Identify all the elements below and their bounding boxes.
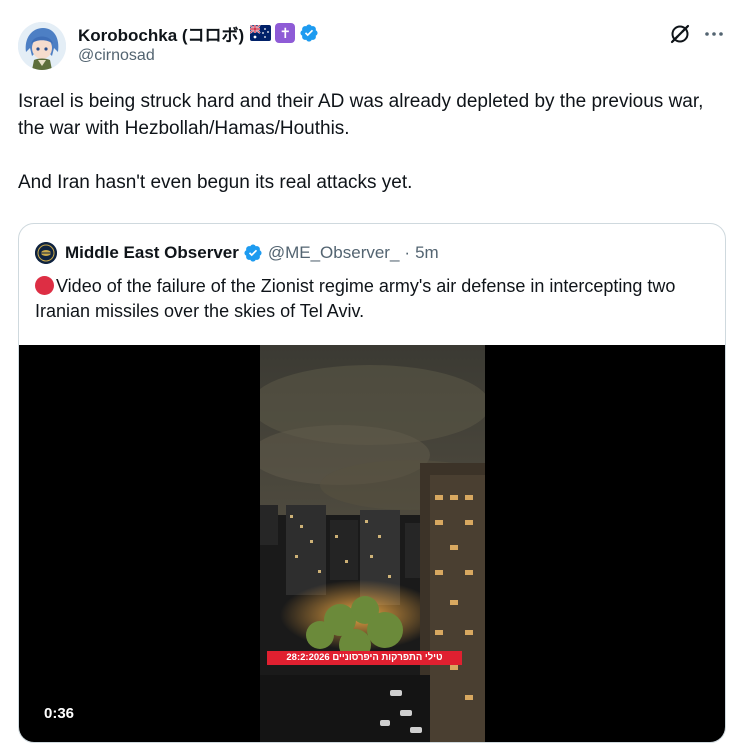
quoted-tweet-header: Middle East Observer @ME_Observer_ · 5m xyxy=(35,242,439,264)
author-name-row: Korobochka (コロボ) ✝ xyxy=(78,21,319,46)
video-frame: טילי התפרקות היפרסוניים 28:2:2026 xyxy=(260,345,485,742)
tweet-card: Korobochka (コロボ) ✝ @cirnosad Israel is b… xyxy=(0,0,743,751)
verified-badge-icon xyxy=(300,24,318,42)
quoted-author-name[interactable]: Middle East Observer xyxy=(65,243,239,263)
video-player[interactable]: טילי התפרקות היפרסוניים 28:2:2026 0:36 xyxy=(19,345,725,742)
author-display-name[interactable]: Korobochka (コロボ) xyxy=(78,21,244,46)
video-duration: 0:36 xyxy=(38,704,81,723)
quoted-timestamp[interactable]: 5m xyxy=(415,243,439,263)
tweet-text: Israel is being struck hard and their AD… xyxy=(18,88,718,196)
video-caption: טילי התפרקות היפרסוניים 28:2:2026 xyxy=(267,651,462,665)
grok-icon[interactable] xyxy=(668,22,692,46)
tweet-paragraph: Israel is being struck hard and their AD… xyxy=(18,91,704,139)
quoted-tweet-text: Video of the failure of the Zionist regi… xyxy=(35,274,715,324)
quoted-author-handle[interactable]: @ME_Observer_ xyxy=(268,243,400,263)
tweet-paragraph: And Iran hasn't even begun its real atta… xyxy=(18,172,413,193)
author-avatar[interactable] xyxy=(18,22,66,70)
australia-flag-icon xyxy=(250,25,272,41)
separator-dot: · xyxy=(404,243,411,262)
red-circle-icon xyxy=(35,276,54,295)
latin-cross-icon: ✝ xyxy=(275,23,296,43)
quoted-tweet[interactable]: Middle East Observer @ME_Observer_ · 5m … xyxy=(18,223,726,743)
quoted-author-avatar[interactable] xyxy=(35,242,57,264)
more-icon[interactable] xyxy=(702,22,726,46)
author-handle[interactable]: @cirnosad xyxy=(78,47,319,65)
author-block: Korobochka (コロボ) ✝ @cirnosad xyxy=(78,22,319,65)
quoted-text-content: Video of the failure of the Zionist regi… xyxy=(35,276,676,321)
verified-badge-icon xyxy=(244,244,262,262)
